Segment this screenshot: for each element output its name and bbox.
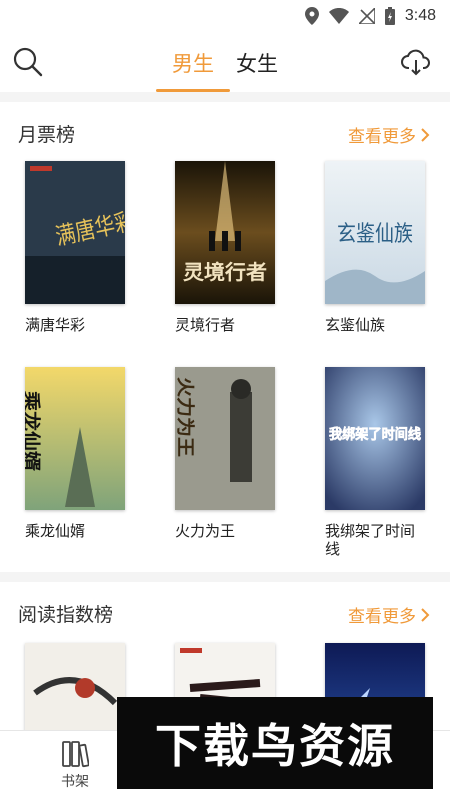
book-cover: 满唐华彩 <box>25 161 125 304</box>
book-title: 火力为王 <box>175 522 236 540</box>
book-cover: 乘龙仙婿 <box>25 367 125 510</box>
cloud-download-button[interactable] <box>400 46 432 78</box>
view-more-label: 查看更多 <box>348 607 416 627</box>
book-title: 灵境行者 <box>175 316 236 334</box>
cover-title-text: 我绑架了时间线 <box>329 426 421 443</box>
section-header: 月票榜 查看更多 <box>0 102 450 162</box>
book-cover: 玄鉴仙族 <box>325 161 425 304</box>
book-cover: 火力为王 <box>175 367 275 510</box>
watermark-banner: 下载鸟资源 <box>117 697 433 789</box>
book-title: 满唐华彩 <box>25 316 86 334</box>
book-card[interactable]: 火力为王 火力为王 <box>175 367 285 540</box>
tab-female[interactable]: 女生 <box>236 32 278 92</box>
chevron-right-icon <box>421 607 430 622</box>
section-divider <box>0 572 450 582</box>
book-card[interactable]: 我绑架了时间线 我绑架了时间线 <box>325 367 435 558</box>
book-cover: 我绑架了时间线 <box>325 367 425 510</box>
book-cover: 灵境行者 <box>175 161 275 304</box>
cover-title-text: 玄鉴仙族 <box>337 222 413 247</box>
no-signal-icon <box>358 8 375 24</box>
book-cover <box>25 643 125 730</box>
section-title: 月票榜 <box>18 124 76 146</box>
book-title: 玄鉴仙族 <box>325 316 386 334</box>
cover-title-text: 火力为王 <box>175 377 196 457</box>
gender-tabs: 男生 女生 <box>0 32 450 92</box>
bookshelf-icon <box>62 741 89 768</box>
cloud-download-icon <box>401 49 430 76</box>
section-monthly-ticket: 月票榜 查看更多 满唐华彩 满唐华彩 灵境行者 灵境行者 玄鉴仙族 玄鉴仙族 乘… <box>0 102 450 572</box>
section-title: 阅读指数榜 <box>18 604 114 626</box>
book-card[interactable]: 玄鉴仙族 玄鉴仙族 <box>325 161 435 334</box>
cover-title-text: 灵境行者 <box>183 260 267 284</box>
book-title: 我绑架了时间线 <box>325 522 416 558</box>
view-more-button[interactable]: 查看更多 <box>348 602 430 627</box>
tab-male[interactable]: 男生 <box>156 32 230 92</box>
nav-item-bookshelf[interactable]: 书架 <box>40 739 110 791</box>
wifi-icon <box>328 8 349 24</box>
view-more-label: 查看更多 <box>348 127 416 147</box>
battery-charging-icon <box>384 7 395 25</box>
book-title: 乘龙仙婿 <box>25 522 86 540</box>
header-divider <box>0 92 450 102</box>
nav-label: 书架 <box>61 774 89 790</box>
status-time: 3:48 <box>404 7 436 24</box>
location-icon <box>304 7 319 25</box>
section-header: 阅读指数榜 查看更多 <box>0 582 450 642</box>
book-card[interactable]: 乘龙仙婿 乘龙仙婿 <box>25 367 135 540</box>
status-bar: 3:48 <box>0 0 450 32</box>
book-card[interactable]: 满唐华彩 满唐华彩 <box>25 161 135 334</box>
chevron-right-icon <box>421 127 430 142</box>
watermark-text: 下载鸟资源 <box>155 719 395 773</box>
book-card[interactable]: 灵境行者 灵境行者 <box>175 161 285 334</box>
view-more-button[interactable]: 查看更多 <box>348 122 430 147</box>
top-header: 男生 女生 <box>0 32 450 92</box>
cover-title-text: 乘龙仙婿 <box>25 390 42 471</box>
